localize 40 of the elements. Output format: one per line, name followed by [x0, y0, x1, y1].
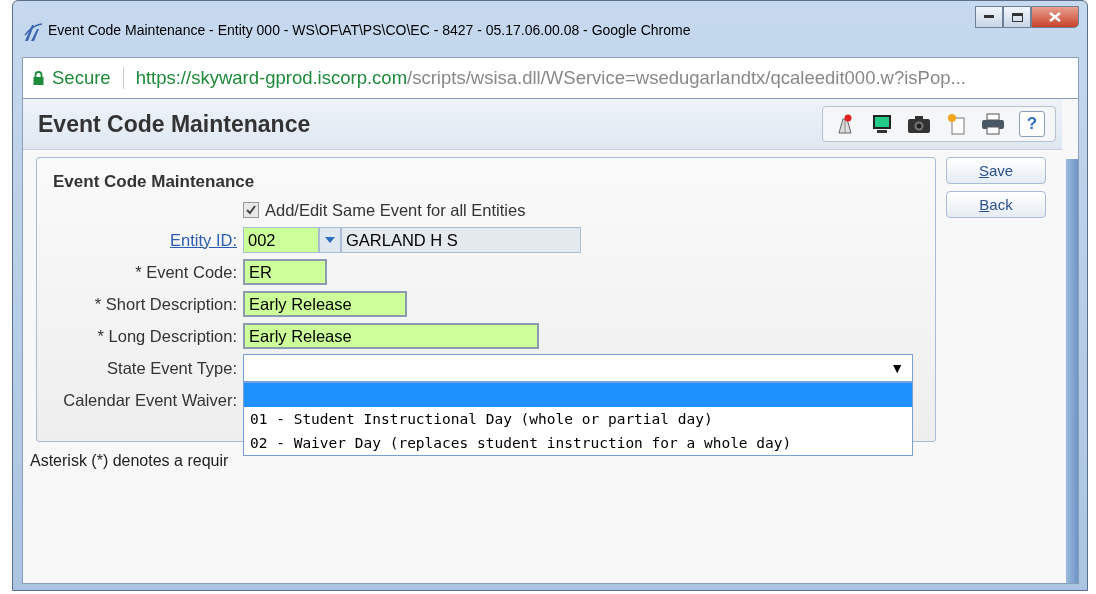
field-label: State Event Type:	[106, 358, 237, 378]
window-title: Event Code Maintenance - Entity 000 - WS\OF\AT\PS\CO\EC - 8427 - 05.17.06.00.08 - Google Chrome	[48, 22, 691, 38]
checkbox-label: Add/Edit Same Event for all Entities	[265, 200, 526, 220]
logo-icon	[22, 21, 44, 43]
entity-name-field: GARLAND H S	[341, 227, 581, 253]
entity-id-link[interactable]: Entity ID:	[53, 230, 237, 250]
address-bar[interactable]: Secure https://skyward-gprod.iscorp.com/scripts/wsisa.dll/WService=wsedugarlandtx/qcaleedit000.w?isPop...	[22, 57, 1079, 99]
caret-icon	[325, 237, 335, 243]
footnote: Asterisk (*) denotes a requir	[30, 452, 230, 470]
monitor-icon[interactable]	[871, 113, 893, 135]
scrollbar[interactable]	[1066, 159, 1078, 583]
field-label: Calendar Event Waiver:	[62, 390, 237, 410]
dropdown-option[interactable]: 02 - Waiver Day (replaces student instruction for a whole day)	[244, 431, 912, 455]
dropdown-button[interactable]	[319, 227, 341, 253]
field-label: * Short Description:	[93, 294, 237, 314]
text-field[interactable]: ER	[243, 259, 327, 285]
panel-title: Event Code Maintenance	[53, 172, 256, 192]
text-field[interactable]: Early Release	[243, 323, 539, 349]
field-label: * Event Code:	[134, 262, 237, 282]
url-text: https://skyward-gprod.iscorp.com/scripts/wsisa.dll/WService=wsedugarlandtx/qcaleedit000.w?isPop...	[135, 67, 966, 89]
maximize-button[interactable]	[1003, 6, 1031, 28]
form-button[interactable]: Back	[946, 191, 1046, 218]
page-title: Event Code Maintenance	[38, 110, 311, 138]
text-field[interactable]: Early Release	[243, 291, 407, 317]
form-button[interactable]: Save	[946, 157, 1046, 184]
minimize-icon	[984, 15, 994, 19]
select-field[interactable]: ▼	[243, 354, 913, 382]
printer-icon[interactable]	[981, 113, 1005, 135]
secure-label: Secure	[52, 67, 111, 89]
help-button[interactable]: ?	[1019, 111, 1045, 137]
checkbox[interactable]	[243, 202, 259, 218]
entity-id-field[interactable]: 002	[243, 227, 319, 253]
close-button[interactable]	[1031, 6, 1079, 28]
maximize-icon	[1011, 12, 1023, 22]
lock-icon	[33, 71, 44, 85]
camera-icon[interactable]	[907, 114, 931, 134]
dropdown-option[interactable]: 01 - Student Instructional Day (whole or partial day)	[244, 407, 912, 431]
close-icon	[1049, 12, 1061, 22]
field-label: * Long Description:	[96, 326, 237, 346]
minimize-button[interactable]	[975, 6, 1003, 28]
